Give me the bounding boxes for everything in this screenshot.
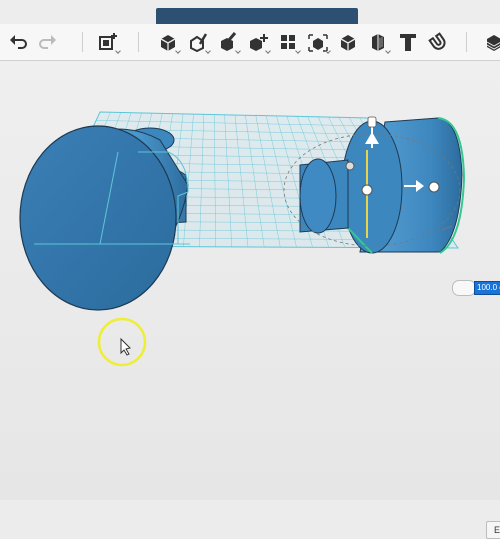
text-icon[interactable] — [396, 30, 420, 54]
material-icon[interactable] — [366, 30, 391, 54]
snap-icon[interactable] — [426, 30, 450, 54]
3d-viewport[interactable]: 100.0 c E — [0, 61, 500, 539]
construct-icon[interactable] — [186, 30, 211, 54]
add-item-icon[interactable] — [96, 30, 121, 54]
redo-icon[interactable] — [35, 30, 59, 54]
sketch-icon[interactable] — [156, 30, 181, 54]
modify-icon[interactable] — [216, 30, 241, 54]
main-toolbar — [0, 24, 500, 61]
group-icon[interactable] — [306, 30, 331, 54]
window-title-strip — [0, 0, 500, 26]
toolbar-separator — [138, 32, 139, 52]
toolbar-separator — [466, 32, 467, 52]
cylinder-left[interactable] — [19, 125, 190, 311]
measure-icon[interactable] — [336, 30, 360, 54]
cursor-highlight — [97, 317, 147, 367]
corner-button[interactable]: E — [486, 521, 500, 539]
scene-canvas — [19, 111, 466, 367]
undo-icon[interactable] — [7, 30, 31, 54]
pattern-icon[interactable] — [276, 30, 301, 54]
dimension-value-field[interactable]: 100.0 c — [474, 281, 500, 295]
dimension-handle[interactable] — [452, 280, 476, 296]
combine-icon[interactable] — [246, 30, 271, 54]
view-cube-icon[interactable] — [482, 30, 500, 54]
toolbar-separator — [82, 32, 83, 52]
